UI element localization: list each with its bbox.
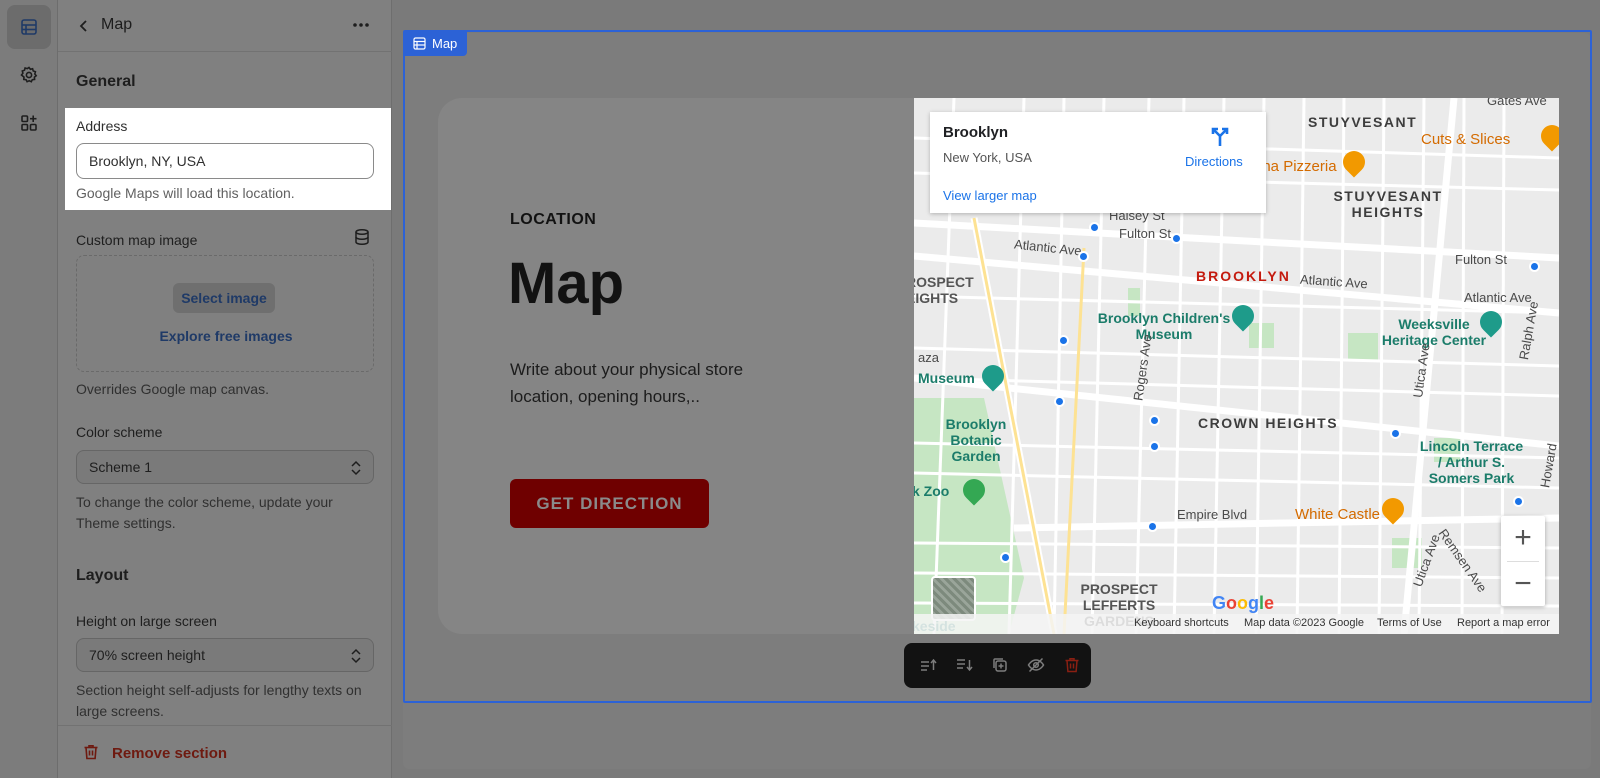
section-tag-label: Map: [432, 36, 458, 51]
height-help: Section height self-adjusts for lengthy …: [76, 682, 362, 719]
hide-icon[interactable]: [1025, 654, 1047, 676]
address-label: Address: [76, 118, 128, 134]
height-value: 70% screen height: [89, 647, 205, 663]
section-tag[interactable]: Map: [405, 31, 468, 56]
panel-header: Map: [58, 0, 392, 52]
layout-heading: Layout: [76, 567, 129, 584]
color-scheme-label: Color scheme: [76, 424, 163, 440]
select-chevron-icon: [351, 460, 361, 476]
remove-section-label: Remove section: [112, 745, 228, 762]
address-help: Google Maps will load this location.: [76, 185, 295, 201]
color-scheme-select[interactable]: Scheme 1: [76, 450, 374, 484]
custom-map-image-label: Custom map image: [76, 232, 198, 248]
move-up-icon[interactable]: [917, 654, 939, 676]
duplicate-icon[interactable]: [989, 654, 1011, 676]
color-scheme-help: To change the color scheme, update your …: [76, 494, 333, 531]
section-toolbar: [904, 643, 1091, 688]
database-icon[interactable]: [353, 228, 371, 246]
settings-gear-icon[interactable]: [7, 53, 51, 97]
address-field-group: Address Google Maps will load this locat…: [65, 108, 391, 210]
height-label: Height on large screen: [76, 613, 217, 629]
panel-title: Map: [101, 16, 133, 33]
icon-rail: [0, 0, 58, 778]
remove-section-button[interactable]: Remove section: [58, 725, 392, 778]
section-icon: [413, 37, 426, 50]
color-scheme-value: Scheme 1: [89, 459, 153, 475]
apps-icon[interactable]: [7, 101, 51, 145]
explore-free-images-link[interactable]: Explore free images: [77, 328, 375, 344]
custom-image-help: Overrides Google map canvas.: [76, 381, 269, 397]
sections-icon[interactable]: [7, 5, 51, 49]
delete-icon[interactable]: [1061, 654, 1083, 676]
select-image-button[interactable]: Select image: [173, 283, 275, 313]
select-chevron-icon: [351, 648, 361, 664]
chevron-left-icon[interactable]: [74, 16, 94, 36]
address-input[interactable]: [76, 143, 374, 179]
more-options-icon[interactable]: [350, 14, 372, 36]
image-dropzone[interactable]: Select image Explore free images: [76, 255, 374, 372]
section-selection-outline: [403, 30, 1592, 703]
trash-icon: [82, 743, 100, 761]
height-select[interactable]: 70% screen height: [76, 638, 374, 672]
general-heading: General: [76, 73, 136, 90]
move-down-icon[interactable]: [953, 654, 975, 676]
